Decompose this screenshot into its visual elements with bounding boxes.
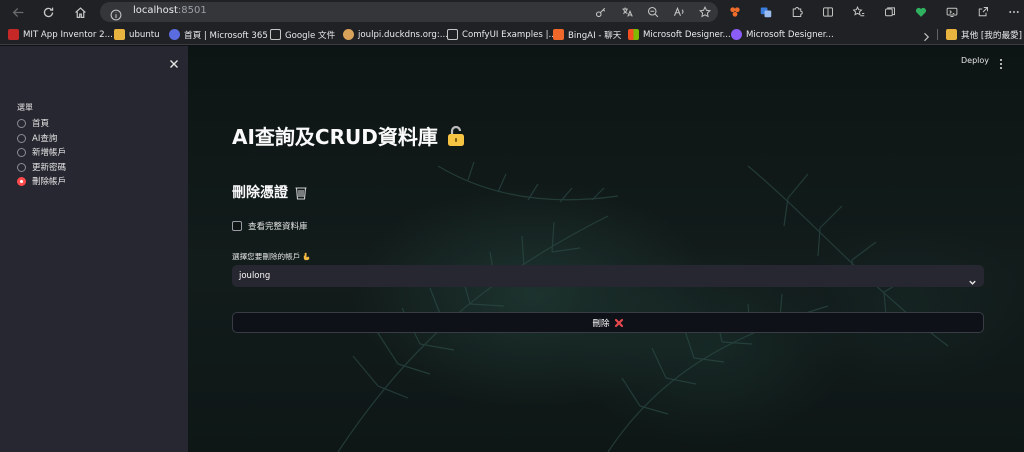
section-subtitle-text: 刪除憑證 — [232, 185, 288, 201]
cross-mark-icon — [614, 318, 623, 327]
address-host: localhost — [133, 5, 178, 16]
chevron-right-icon[interactable] — [920, 28, 932, 42]
wastebasket-icon — [295, 186, 307, 200]
toolbar-extensions — [728, 5, 1021, 19]
favorite-star-icon[interactable] — [698, 5, 712, 19]
duckdns-icon — [343, 29, 354, 40]
site-info-icon[interactable] — [110, 6, 122, 21]
address-url[interactable]: localhost:8501 — [133, 5, 207, 16]
key-icon[interactable] — [594, 5, 608, 19]
sidebar-option-delete-account[interactable]: 刪除帳戶 — [17, 175, 66, 187]
bookmark-item[interactable]: 首頁 | Microsoft 365 — [169, 27, 268, 42]
read-aloud-icon[interactable] — [672, 5, 686, 19]
account-select-value: joulong — [239, 271, 271, 281]
address-port: :8501 — [177, 5, 207, 16]
bookmark-item[interactable]: BingAI - 聊天 — [553, 27, 621, 42]
bookmark-item[interactable]: ComfyUI Examples |... — [447, 27, 557, 42]
radio-button[interactable] — [17, 147, 26, 157]
deploy-button[interactable]: Deploy — [961, 56, 989, 65]
select-account-label: 選擇您要刪除的帳戶 — [232, 251, 311, 262]
sidebar-option-add-account[interactable]: 新增帳戶 — [17, 146, 66, 158]
other-bookmarks-label: 其他 [我的最愛] — [961, 30, 1022, 41]
bingai-icon — [553, 29, 564, 40]
sidebar-option-label: AI查詢 — [32, 134, 58, 144]
sidebar-option-label: 更新密碼 — [32, 163, 67, 173]
split-screen-icon[interactable] — [821, 5, 835, 19]
more-menu-icon[interactable] — [1007, 5, 1021, 19]
bookmark-item[interactable]: Google 文件 — [270, 27, 335, 42]
screenshot-icon[interactable] — [945, 5, 959, 19]
bookmark-label: BingAI - 聊天 — [568, 30, 622, 41]
page-icon — [270, 29, 281, 40]
delete-button-label: 刪除 — [592, 318, 610, 329]
bookmarks-divider — [937, 29, 938, 40]
checkbox-label: 查看完整資料庫 — [248, 222, 308, 232]
checkbox[interactable] — [232, 221, 242, 231]
translate-icon[interactable] — [620, 5, 634, 19]
bookmark-label: MIT App Inventor 2... — [23, 29, 113, 40]
radio-button[interactable] — [17, 118, 26, 128]
sidebar-option-home[interactable]: 首頁 — [17, 117, 49, 129]
translator-extension-icon[interactable] — [759, 5, 773, 19]
bookmark-item[interactable]: joulpi.duckdns.org:... — [343, 27, 448, 42]
sidebar-option-update-password[interactable]: 更新密碼 — [17, 161, 66, 173]
sidebar-option-label: 新增帳戶 — [32, 148, 67, 158]
radio-button[interactable] — [17, 162, 26, 172]
radio-button-selected[interactable] — [17, 176, 26, 186]
bookmark-label: Google 文件 — [285, 30, 336, 41]
lock-icon — [447, 125, 464, 146]
home-icon[interactable] — [70, 2, 90, 22]
reload-icon[interactable] — [38, 2, 58, 22]
folder-icon — [114, 29, 125, 40]
share-icon[interactable] — [976, 5, 990, 19]
close-icon[interactable] — [168, 55, 180, 68]
sidebar-option-ai-query[interactable]: AI查詢 — [17, 132, 57, 144]
bookmark-item[interactable]: Microsoft Designer... — [628, 27, 731, 42]
delete-button[interactable]: 刪除 — [232, 312, 984, 333]
sidebar-option-label: 首頁 — [32, 119, 50, 129]
select-account-label-text: 選擇您要刪除的帳戶 — [232, 252, 301, 261]
section-subtitle: 刪除憑證 — [232, 182, 308, 202]
other-bookmarks-folder[interactable]: 其他 [我的最愛] — [946, 27, 1022, 42]
bookmark-item[interactable]: Microsoft Designer... — [731, 27, 834, 42]
bookmark-item[interactable]: MIT App Inventor 2... — [8, 27, 113, 42]
back-arrow-icon[interactable] — [8, 2, 28, 22]
main-menu-icon[interactable] — [997, 55, 1005, 69]
account-select[interactable]: joulong — [232, 265, 984, 287]
microsoft-365-icon — [169, 29, 180, 40]
bookmarks-bar: MIT App Inventor 2... ubuntu 首頁 | Micros… — [0, 24, 1024, 45]
chevron-down-icon[interactable] — [968, 272, 977, 285]
pointing-down-hand-icon — [304, 252, 310, 261]
extension-orange-icon[interactable] — [728, 5, 742, 19]
puzzle-extensions-icon[interactable] — [790, 5, 804, 19]
page-title: AI查詢及CRUD資料庫 — [232, 121, 466, 150]
fern-background-image — [337, 161, 949, 452]
folder-icon — [946, 29, 957, 40]
mit-app-inventor-icon — [8, 29, 19, 40]
collections-icon[interactable] — [883, 5, 897, 19]
browser-toolbar: localhost:8501 — [0, 0, 1024, 24]
designer-icon — [731, 29, 742, 40]
page-icon — [447, 29, 458, 40]
main-content: Deploy AI查詢及CRUD資料庫 刪除憑證 查看完整資料庫 選擇您要刪除的… — [188, 46, 1024, 452]
bookmark-label: joulpi.duckdns.org:... — [358, 29, 448, 40]
bookmark-label: ComfyUI Examples |... — [462, 29, 557, 40]
radio-button[interactable] — [17, 133, 26, 143]
sidebar-option-label: 刪除帳戶 — [32, 177, 67, 187]
bookmark-item[interactable]: ubuntu — [114, 27, 160, 42]
zoom-out-icon[interactable] — [646, 5, 660, 19]
address-bar[interactable]: localhost:8501 — [100, 2, 718, 22]
bookmark-label: Microsoft Designer... — [643, 29, 731, 40]
sidebar-menu-label: 選單 — [17, 103, 33, 112]
browser-essentials-icon[interactable] — [914, 5, 928, 19]
bookmark-label: Microsoft Designer... — [746, 29, 834, 40]
bookmark-label: 首頁 | Microsoft 365 — [184, 30, 268, 41]
address-bar-actions — [594, 5, 712, 19]
favorites-icon[interactable] — [852, 5, 866, 19]
view-database-checkbox[interactable]: 查看完整資料庫 — [232, 220, 308, 232]
page-title-text: AI查詢及CRUD資料庫 — [232, 125, 438, 149]
bookmark-label: ubuntu — [129, 29, 160, 40]
microsoft-logo-icon — [628, 29, 639, 40]
sidebar: 選單 首頁 AI查詢 新增帳戶 更新密碼 刪除帳戶 — [0, 46, 188, 452]
